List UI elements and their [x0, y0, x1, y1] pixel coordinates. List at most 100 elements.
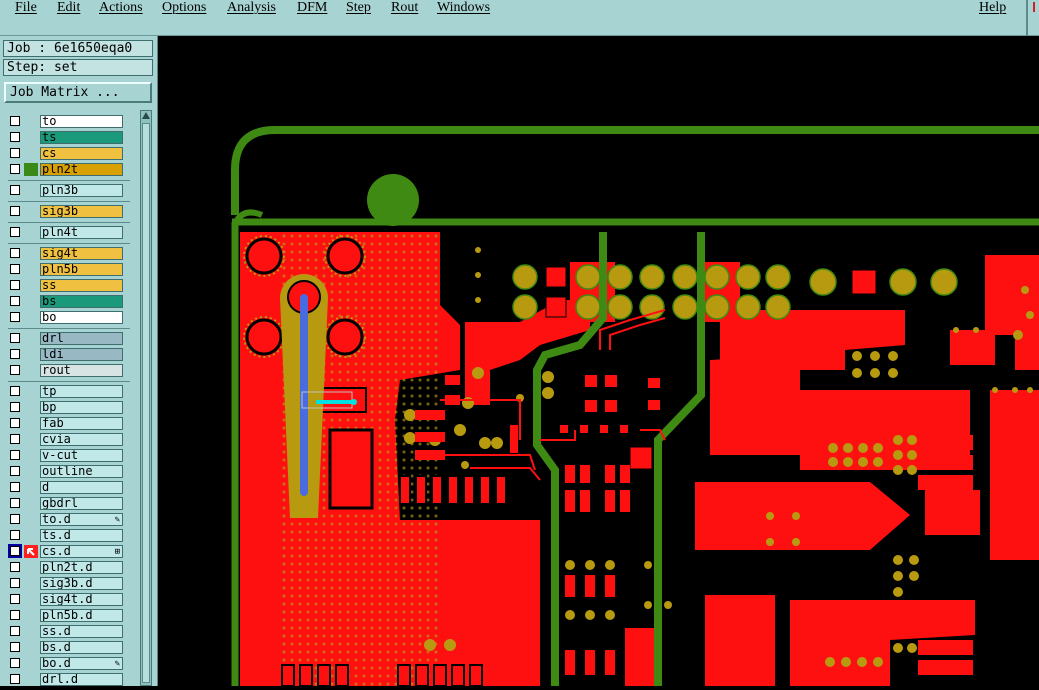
layer-name[interactable]: drl.d [40, 673, 123, 686]
layer-row-bo[interactable]: bo [4, 310, 128, 325]
layer-checkbox[interactable] [10, 312, 20, 322]
layer-row-ts-d[interactable]: ts.d [4, 528, 128, 543]
menu-rout[interactable]: Rout [391, 0, 418, 16]
layer-row-cvia[interactable]: cvia [4, 432, 128, 447]
layer-name[interactable]: bo.d ✎ [40, 657, 123, 670]
layer-row-ss[interactable]: ss [4, 278, 128, 293]
layer-checkbox[interactable] [10, 578, 20, 588]
layer-row-cs[interactable]: cs [4, 146, 128, 161]
layer-name[interactable]: to [40, 115, 123, 128]
layer-row-drl[interactable]: drl [4, 331, 128, 346]
layer-row-ts[interactable]: ts [4, 130, 128, 145]
layer-row-pln3b[interactable]: pln3b [4, 183, 128, 198]
layer-checkbox[interactable] [10, 164, 20, 174]
graphic-canvas[interactable] [158, 36, 1039, 687]
layer-name[interactable]: sig3b [40, 205, 123, 218]
layer-checkbox[interactable] [10, 642, 20, 652]
layer-name[interactable]: ts.d [40, 529, 123, 542]
layer-checkbox[interactable] [10, 365, 20, 375]
layer-checkbox[interactable] [10, 148, 20, 158]
layer-list-scrollbar[interactable] [140, 110, 152, 686]
layer-checkbox[interactable] [10, 227, 20, 237]
layer-checkbox[interactable] [10, 248, 20, 258]
layer-name[interactable]: v-cut [40, 449, 123, 462]
layer-name[interactable]: cvia [40, 433, 123, 446]
layer-name[interactable]: d [40, 481, 123, 494]
layer-row-v-cut[interactable]: v-cut [4, 448, 128, 463]
layer-name[interactable]: pln5b.d [40, 609, 123, 622]
menu-help[interactable]: Help [979, 0, 1006, 16]
layer-row-pln2t[interactable]: pln2t [4, 162, 128, 177]
layer-name[interactable]: ss [40, 279, 123, 292]
layer-name[interactable]: pln4t [40, 226, 123, 239]
layer-name[interactable]: to.d ✎ [40, 513, 123, 526]
layer-checkbox[interactable] [10, 482, 20, 492]
layer-checkbox[interactable] [10, 530, 20, 540]
layer-row-sig3b[interactable]: sig3b [4, 204, 128, 219]
layer-checkbox[interactable] [10, 296, 20, 306]
menu-step[interactable]: Step [346, 0, 371, 16]
layer-row-gbdrl[interactable]: gbdrl [4, 496, 128, 511]
menu-actions[interactable]: Actions [99, 0, 143, 16]
layer-name[interactable]: outline [40, 465, 123, 478]
menu-windows[interactable]: Windows [437, 0, 490, 16]
menu-file[interactable]: File [15, 0, 37, 16]
layer-name[interactable]: sig4t.d [40, 593, 123, 606]
layer-checkbox[interactable] [8, 544, 22, 558]
job-matrix-button[interactable]: Job Matrix ... [4, 82, 152, 103]
layer-row-to[interactable]: to [4, 114, 128, 129]
layer-row-bs-d[interactable]: bs.d [4, 640, 128, 655]
layer-name[interactable]: ts [40, 131, 123, 144]
layer-name[interactable]: ss.d [40, 625, 123, 638]
layer-checkbox[interactable] [10, 264, 20, 274]
layer-checkbox[interactable] [10, 185, 20, 195]
layer-checkbox[interactable] [10, 450, 20, 460]
layer-checkbox[interactable] [10, 466, 20, 476]
layer-name[interactable]: gbdrl [40, 497, 123, 510]
layer-checkbox[interactable] [10, 206, 20, 216]
layer-row-bp[interactable]: bp [4, 400, 128, 415]
layer-row-drl-d[interactable]: drl.d [4, 672, 128, 687]
layer-row-cs-d[interactable]: cs.d ⊞ [4, 544, 128, 559]
layer-checkbox[interactable] [10, 434, 20, 444]
layer-name[interactable]: cs [40, 147, 123, 160]
layer-checkbox[interactable] [10, 562, 20, 572]
layer-row-bo-d[interactable]: bo.d ✎ [4, 656, 128, 671]
pcb-board-view[interactable] [158, 36, 1039, 687]
layer-row-tp[interactable]: tp [4, 384, 128, 399]
menu-analysis[interactable]: Analysis [227, 0, 276, 16]
layer-checkbox[interactable] [10, 594, 20, 604]
layer-checkbox[interactable] [10, 498, 20, 508]
layer-name[interactable]: pln2t.d [40, 561, 123, 574]
layer-checkbox[interactable] [10, 132, 20, 142]
layer-name[interactable]: sig3b.d [40, 577, 123, 590]
layer-name[interactable]: tp [40, 385, 123, 398]
layer-checkbox[interactable] [10, 349, 20, 359]
layer-row-d[interactable]: d [4, 480, 128, 495]
layer-row-ldi[interactable]: ldi [4, 347, 128, 362]
layer-checkbox[interactable] [10, 116, 20, 126]
layer-row-pln4t[interactable]: pln4t [4, 225, 128, 240]
menu-dfm[interactable]: DFM [297, 0, 327, 16]
layer-name[interactable]: ldi [40, 348, 123, 361]
layer-name[interactable]: bs [40, 295, 123, 308]
layer-checkbox[interactable] [10, 674, 20, 684]
layer-row-rout[interactable]: rout [4, 363, 128, 378]
layer-checkbox[interactable] [10, 610, 20, 620]
layer-name[interactable]: sig4t [40, 247, 123, 260]
layer-name[interactable]: bp [40, 401, 123, 414]
layer-row-ss-d[interactable]: ss.d [4, 624, 128, 639]
menu-options[interactable]: Options [162, 0, 206, 16]
layer-checkbox[interactable] [10, 626, 20, 636]
layer-row-bs[interactable]: bs [4, 294, 128, 309]
scrollbar-thumb[interactable] [142, 123, 150, 683]
layer-checkbox[interactable] [10, 514, 20, 524]
layer-checkbox[interactable] [10, 402, 20, 412]
layer-name[interactable]: bs.d [40, 641, 123, 654]
layer-row-to-d[interactable]: to.d ✎ [4, 512, 128, 527]
layer-name[interactable]: rout [40, 364, 123, 377]
layer-name[interactable]: bo [40, 311, 123, 324]
layer-row-sig4t[interactable]: sig4t [4, 246, 128, 261]
menu-edit[interactable]: Edit [57, 0, 80, 16]
layer-name[interactable]: pln5b [40, 263, 123, 276]
